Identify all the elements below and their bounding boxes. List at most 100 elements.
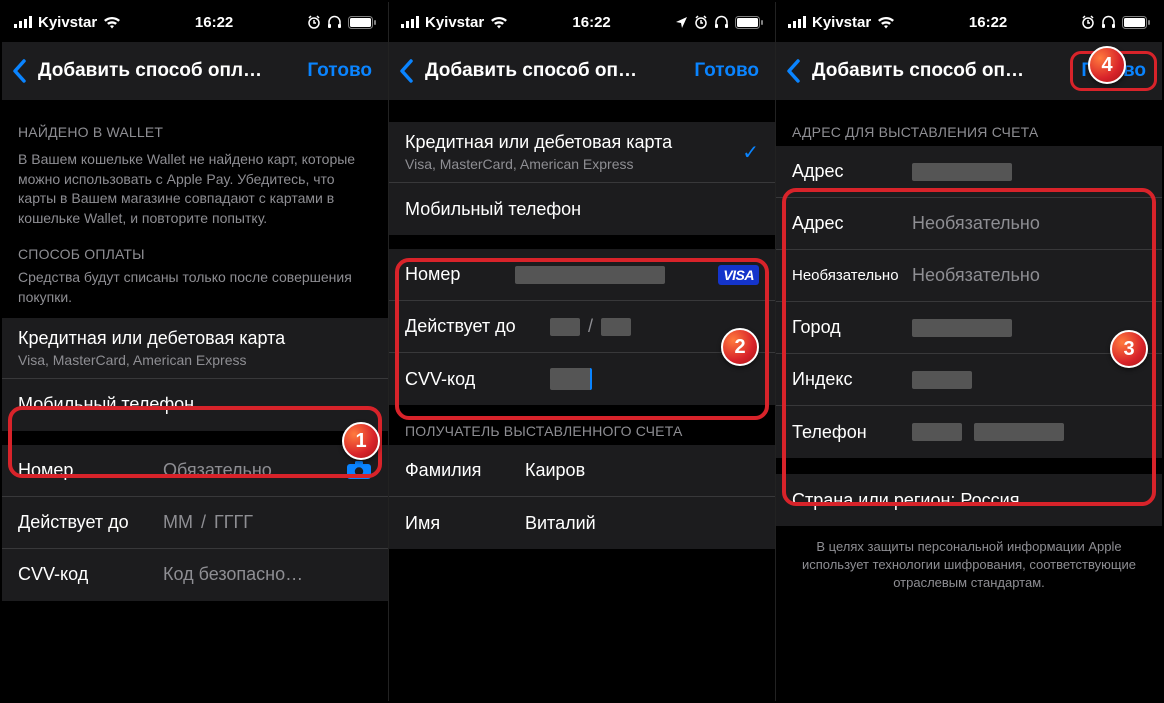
address-label-2: Адрес	[792, 213, 912, 234]
nav-bar: Добавить способ опл… Готово	[2, 42, 388, 100]
mobile-phone-option[interactable]: Мобильный телефон	[2, 379, 388, 431]
page-title: Добавить способ оп…	[425, 60, 688, 82]
address-row-1[interactable]: Адрес	[776, 146, 1162, 198]
city-row[interactable]: Город	[776, 302, 1162, 354]
card-number-label: Номер	[18, 460, 163, 481]
payment-card-option[interactable]: Кредитная или дебетовая карта Visa, Mast…	[2, 318, 388, 379]
page-title: Добавить способ оп…	[812, 60, 1075, 82]
clock: 16:22	[572, 14, 610, 31]
camera-icon[interactable]	[346, 460, 372, 480]
phone-value-1	[912, 423, 962, 441]
wifi-icon	[490, 16, 508, 29]
address-placeholder: Необязательно	[912, 213, 1040, 234]
headphones-icon	[327, 15, 342, 29]
country-label: Страна или регион: Россия	[792, 490, 1019, 511]
back-chevron-icon[interactable]	[12, 59, 38, 83]
address-label: Адрес	[792, 161, 912, 182]
phone-label: Телефон	[792, 422, 912, 443]
payment-card-title: Кредитная или дебетовая карта	[405, 132, 672, 153]
recipient-section-header: ПОЛУЧАТЕЛЬ ВЫСТАВЛЕННОГО СЧЕТА	[389, 423, 775, 445]
privacy-footer: В целях защиты персональной информации A…	[776, 526, 1162, 593]
card-number-value	[515, 266, 665, 284]
payment-card-option[interactable]: Кредитная или дебетовая карта Visa, Mast…	[389, 122, 775, 183]
card-expires-row[interactable]: Действует до /	[389, 301, 775, 353]
optional-row[interactable]: Необязательно Необязательно	[776, 250, 1162, 302]
visa-logo: VISA	[718, 265, 759, 285]
mobile-phone-label: Мобильный телефон	[18, 394, 194, 415]
done-button[interactable]: Готово	[688, 56, 765, 86]
screen-3: Kyivstar 16:22 Добавить способ оп… Готов…	[776, 2, 1162, 701]
alarm-icon	[1081, 15, 1095, 29]
alarm-icon	[694, 15, 708, 29]
card-expires-yy	[601, 318, 631, 336]
screen-1: Kyivstar 16:22 Добавить способ опл… Гото…	[2, 2, 389, 701]
mobile-phone-option[interactable]: Мобильный телефон	[389, 183, 775, 235]
card-number-row[interactable]: Номер Обязательно	[2, 445, 388, 497]
screen-2: Kyivstar 16:22 Добавить способ оп… Готов…	[389, 2, 776, 701]
optional-label: Необязательно	[792, 267, 912, 284]
zip-row[interactable]: Индекс	[776, 354, 1162, 406]
payment-card-sub: Visa, MasterCard, American Express	[405, 156, 634, 172]
signal-icon	[788, 16, 806, 28]
wifi-icon	[103, 16, 121, 29]
payment-card-sub: Visa, MasterCard, American Express	[18, 352, 247, 368]
checkmark-icon: ✓	[742, 140, 759, 165]
nav-bar: Добавить способ оп… Готово	[389, 42, 775, 100]
location-icon	[675, 16, 688, 29]
clock: 16:22	[195, 14, 233, 31]
card-cvv-row[interactable]: CVV-код	[389, 353, 775, 405]
phone-value-2	[974, 423, 1064, 441]
card-cvv-label: CVV-код	[18, 564, 163, 585]
card-expires-label: Действует до	[405, 316, 550, 337]
address-row-2[interactable]: Адрес Необязательно	[776, 198, 1162, 250]
carrier-label: Kyivstar	[425, 14, 484, 31]
mobile-phone-label: Мобильный телефон	[405, 199, 581, 220]
payment-card-title: Кредитная или дебетовая карта	[18, 328, 285, 349]
clock: 16:22	[969, 14, 1007, 31]
zip-label: Индекс	[792, 369, 912, 390]
back-chevron-icon[interactable]	[786, 59, 812, 83]
signal-icon	[401, 16, 419, 28]
optional-placeholder: Необязательно	[912, 265, 1040, 286]
phone-row[interactable]: Телефон	[776, 406, 1162, 458]
card-cvv-row[interactable]: CVV-код Код безопасно…	[2, 549, 388, 601]
firstname-label: Имя	[405, 513, 525, 534]
lastname-row[interactable]: Фамилия Каиров	[389, 445, 775, 497]
card-expires-label: Действует до	[18, 512, 163, 533]
slash-separator: /	[201, 512, 206, 533]
battery-icon	[1122, 16, 1150, 29]
done-button[interactable]: Готово	[301, 56, 378, 86]
headphones-icon	[714, 15, 729, 29]
country-row[interactable]: Страна или регион: Россия	[776, 474, 1162, 526]
done-button[interactable]: Готово	[1075, 56, 1152, 86]
carrier-label: Kyivstar	[812, 14, 871, 31]
firstname-row[interactable]: Имя Виталий	[389, 497, 775, 549]
firstname-value: Виталий	[525, 513, 596, 534]
address-value	[912, 163, 1012, 181]
status-bar: Kyivstar 16:22	[2, 2, 388, 42]
wifi-icon	[877, 16, 895, 29]
city-value	[912, 319, 1012, 337]
card-expires-mm	[550, 318, 580, 336]
zip-value	[912, 371, 972, 389]
battery-icon	[348, 16, 376, 29]
signal-icon	[14, 16, 32, 28]
wallet-section-desc: В Вашем кошельке Wallet не найдено карт,…	[2, 146, 388, 228]
card-number-label: Номер	[405, 264, 515, 285]
page-title: Добавить способ опл…	[38, 60, 301, 82]
card-cvv-value	[550, 368, 592, 390]
alarm-icon	[307, 15, 321, 29]
lastname-value: Каиров	[525, 460, 585, 481]
status-bar: Kyivstar 16:22	[776, 2, 1162, 42]
billing-section-header: АДРЕС ДЛЯ ВЫСТАВЛЕНИЯ СЧЕТА	[776, 124, 1162, 146]
card-expires-mm: ММ	[163, 512, 193, 533]
wallet-section-header: НАЙДЕНО В WALLET	[2, 124, 388, 146]
nav-bar: Добавить способ оп… Готово	[776, 42, 1162, 100]
card-expires-row[interactable]: Действует до ММ / ГГГГ	[2, 497, 388, 549]
lastname-label: Фамилия	[405, 460, 525, 481]
city-label: Город	[792, 317, 912, 338]
back-chevron-icon[interactable]	[399, 59, 425, 83]
method-section-desc: Средства будут списаны только после сове…	[2, 268, 388, 307]
card-expires-yyyy: ГГГГ	[214, 512, 253, 533]
card-number-row[interactable]: Номер VISA	[389, 249, 775, 301]
